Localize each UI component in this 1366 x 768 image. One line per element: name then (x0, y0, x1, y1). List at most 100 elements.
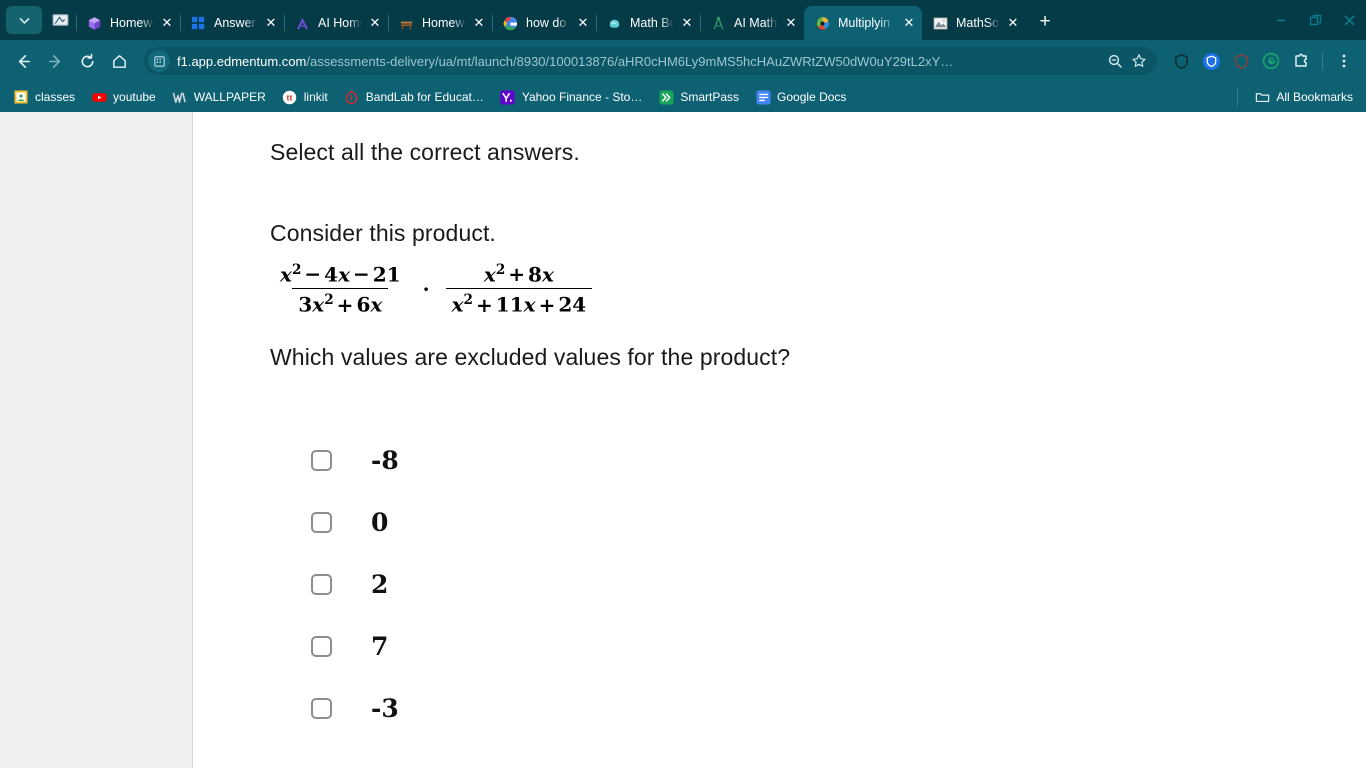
answer-option-label: 7 (371, 632, 389, 662)
math-num: 6 (356, 292, 371, 317)
bookmark-item[interactable]: SmartPass (651, 86, 746, 108)
window-controls (1264, 0, 1366, 40)
math-exponent: 2 (291, 261, 302, 278)
bookmark-item[interactable]: tt linkit (275, 86, 335, 108)
answer-option-row[interactable]: -8 (270, 430, 1366, 492)
tab-close-button[interactable]: ✕ (158, 14, 176, 32)
math-var: x (541, 262, 554, 287)
bench-icon (398, 15, 414, 31)
bookmark-item[interactable]: Yahoo Finance - Sto… (493, 86, 650, 108)
answer-option-row[interactable]: -3 (270, 678, 1366, 740)
zoom-out-icon[interactable] (1103, 49, 1127, 73)
reload-button[interactable] (72, 46, 102, 76)
close-icon (1343, 14, 1355, 26)
google-g-icon (502, 15, 518, 31)
kebab-menu-icon[interactable] (1330, 47, 1358, 75)
smartpass-icon (658, 89, 674, 105)
back-button[interactable] (8, 46, 38, 76)
new-tab-button[interactable]: + (1032, 9, 1058, 35)
folder-icon (1254, 89, 1270, 105)
building-icon (148, 50, 170, 72)
browser-tab[interactable]: Answer - S ✕ (180, 6, 284, 40)
home-button[interactable] (104, 46, 134, 76)
grammarly-g-icon[interactable] (1257, 47, 1285, 75)
bookmark-label: SmartPass (680, 90, 740, 104)
answer-option-row[interactable]: 0 (270, 492, 1366, 554)
answer-checkbox[interactable] (311, 512, 332, 534)
toolbar-divider (1322, 52, 1323, 70)
tab-title: how do y (526, 16, 570, 30)
chevron-down-icon (19, 17, 29, 24)
address-bar[interactable]: f1.app.edmentum.com/assessments-delivery… (144, 47, 1157, 75)
shield-blue-badge-icon[interactable] (1197, 47, 1225, 75)
tab-close-button[interactable]: ✕ (678, 14, 696, 32)
blue-blocks-icon (190, 15, 206, 31)
tab-close-button[interactable]: ✕ (470, 14, 488, 32)
browser-tab[interactable]: Homework ✕ (388, 6, 492, 40)
forward-button[interactable] (40, 46, 70, 76)
answer-checkbox[interactable] (311, 574, 332, 596)
tab-close-button[interactable]: ✕ (782, 14, 800, 32)
bookmark-item[interactable]: Google Docs (748, 86, 853, 108)
instruction-text: Select all the correct answers. (270, 139, 580, 165)
tab-close-button[interactable]: ✕ (366, 14, 384, 32)
url-host: f1.app.edmentum.com (177, 53, 307, 69)
bookmark-label: WALLPAPER (193, 90, 266, 104)
bookmark-item[interactable]: BandLab for Educat… (337, 86, 491, 108)
all-bookmarks-button[interactable]: All Bookmarks (1247, 86, 1360, 108)
shield-red-icon[interactable] (1227, 47, 1255, 75)
browser-tab[interactable]: AI Math G ✕ (700, 6, 804, 40)
home-icon (112, 54, 126, 68)
wallpaper-w-icon (172, 89, 188, 105)
math-var: x (338, 262, 351, 287)
close-button[interactable] (1332, 4, 1366, 36)
math-num: 21 (372, 262, 401, 287)
tab-close-button[interactable]: ✕ (262, 14, 280, 32)
math-var: x (451, 292, 464, 317)
left-numerator: x2−4x −21 (274, 262, 407, 289)
restore-icon (1309, 14, 1321, 25)
bookmark-item[interactable]: youtube (84, 86, 163, 108)
compass-icon (710, 15, 726, 31)
restore-button[interactable] (1298, 4, 1332, 36)
tab-title: Answer - S (214, 16, 258, 30)
all-bookmarks-label: All Bookmarks (1276, 90, 1353, 104)
reload-icon (81, 53, 93, 67)
bookmark-item[interactable]: WALLPAPER (165, 86, 273, 108)
tab-close-button[interactable]: ✕ (1004, 14, 1022, 32)
minimize-button[interactable] (1264, 4, 1298, 36)
right-denominator: x2 +11x +24 (445, 288, 593, 317)
browser-tab[interactable]: AI Homew ✕ (284, 6, 388, 40)
shield-outline-icon[interactable] (1167, 47, 1195, 75)
minimize-icon (1277, 19, 1285, 22)
browser-tab[interactable]: Homework ✕ (76, 6, 180, 40)
math-var: x (280, 262, 292, 287)
screen-icon (52, 13, 68, 26)
prompt-text: Consider this product. (270, 219, 496, 246)
answer-option-row[interactable]: 7 (270, 616, 1366, 678)
browser-tab[interactable]: how do y ✕ (492, 6, 596, 40)
answer-checkbox[interactable] (311, 636, 332, 658)
star-icon[interactable] (1127, 49, 1151, 73)
bookmarks-bar: classes youtube WALLPAPER tt linkit Band… (0, 82, 1366, 112)
puzzle-extensions-icon[interactable] (1287, 47, 1315, 75)
answer-checkbox[interactable] (311, 698, 332, 720)
math-op: − (304, 262, 322, 287)
panel-toggle-button[interactable] (6, 6, 42, 34)
bookmark-item[interactable]: classes (6, 86, 82, 108)
tab-title: MathSolv (956, 16, 1000, 30)
linkit-icon: tt (282, 89, 298, 105)
math-num: 3 (298, 292, 313, 317)
sub-question-text: Which values are excluded values for the… (270, 343, 791, 370)
answer-option-row[interactable]: 2 (270, 554, 1366, 616)
extension-icons (1167, 47, 1358, 75)
answer-checkbox[interactable] (311, 450, 332, 472)
tab-close-button[interactable]: ✕ (900, 14, 918, 32)
browser-tab-active[interactable]: Multiplyin ✕ (804, 6, 922, 40)
bandlab-icon (344, 89, 360, 105)
bookmark-label: BandLab for Educat… (365, 90, 484, 104)
browser-tab[interactable]: Math Bot ✕ (596, 6, 700, 40)
tab-close-button[interactable]: ✕ (574, 14, 592, 32)
browser-tab[interactable]: MathSolv ✕ (922, 6, 1026, 40)
